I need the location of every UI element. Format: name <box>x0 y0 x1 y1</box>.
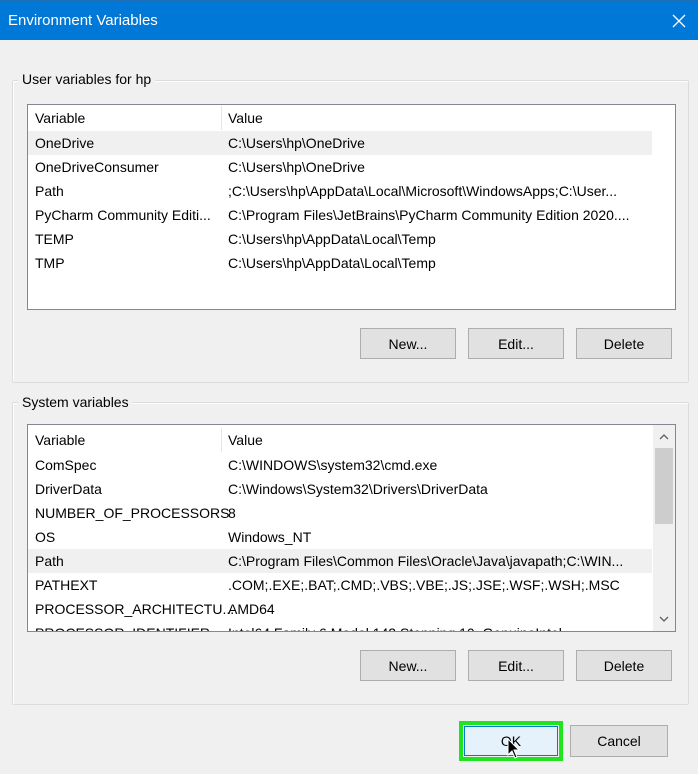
table-row[interactable]: PyCharm Community Editi... C:\Program Fil… <box>28 203 652 227</box>
variable-value: Intel64 Family 6 Model 142 Stepping 10, … <box>228 625 562 631</box>
table-row[interactable]: OneDrive C:\Users\hp\OneDrive <box>28 131 652 155</box>
variable-name: PROCESSOR_ARCHITECTU... <box>35 601 235 617</box>
variable-value: ;C:\Users\hp\AppData\Local\Microsoft\Win… <box>228 183 618 199</box>
system-edit-button[interactable]: Edit... <box>468 650 564 681</box>
variable-name: Path <box>35 183 64 199</box>
close-icon <box>672 14 686 27</box>
user-variables-label: User variables for hp <box>18 71 156 87</box>
variable-name: Path <box>35 553 64 569</box>
table-row[interactable]: PATHEXT .COM;.EXE;.BAT;.CMD;.VBS;.VBE;.JS… <box>28 573 652 597</box>
title-bar: Environment Variables <box>0 0 698 40</box>
variable-name: TEMP <box>35 231 74 247</box>
table-row[interactable]: DriverData C:\Windows\System32\Drivers\Dr… <box>28 477 652 501</box>
variable-name: ComSpec <box>35 457 97 473</box>
mouse-cursor-icon <box>507 738 521 759</box>
variable-name: OneDriveConsumer <box>35 159 159 175</box>
table-row[interactable]: Path ;C:\Users\hp\AppData\Local\Microsoft… <box>28 179 652 203</box>
table-row[interactable]: TMP C:\Users\hp\AppData\Local\Temp <box>28 251 652 275</box>
list-header: Variable Value <box>28 106 652 130</box>
variable-name: PyCharm Community Editi... <box>35 207 211 223</box>
user-delete-button[interactable]: Delete <box>576 328 672 359</box>
variable-name: OS <box>35 529 56 545</box>
user-variables-list[interactable]: Variable Value OneDrive C:\Users\hp\OneDr… <box>27 104 676 310</box>
chevron-up-icon <box>659 434 669 440</box>
scroll-up-button[interactable] <box>653 427 675 447</box>
table-row[interactable]: NUMBER_OF_PROCESSORS 8 <box>28 501 652 525</box>
user-new-button[interactable]: New... <box>360 328 456 359</box>
table-row[interactable]: PROCESSOR_IDENTIFIER Intel64 Family 6 Mod… <box>28 621 652 631</box>
system-delete-button[interactable]: Delete <box>576 650 672 681</box>
variable-name: NUMBER_OF_PROCESSORS <box>35 505 230 521</box>
list-header: Variable Value <box>28 428 652 452</box>
table-row[interactable]: PROCESSOR_ARCHITECTU... AMD64 <box>28 597 652 621</box>
variable-name: PATHEXT <box>35 577 98 593</box>
variable-name: DriverData <box>35 481 102 497</box>
variable-name: OneDrive <box>35 135 95 151</box>
scrollbar-thumb[interactable] <box>655 448 673 524</box>
table-row[interactable]: TEMP C:\Users\hp\AppData\Local\Temp <box>28 227 652 251</box>
variable-value: C:\Users\hp\OneDrive <box>228 159 365 175</box>
variable-value: C:\Users\hp\AppData\Local\Temp <box>228 231 436 247</box>
variable-value: Windows_NT <box>228 529 312 545</box>
column-separator[interactable] <box>221 428 222 452</box>
variable-value: 8 <box>228 505 236 521</box>
variable-value: C:\Program Files\JetBrains\PyCharm Commu… <box>228 207 630 223</box>
cancel-button[interactable]: Cancel <box>570 725 668 757</box>
window-title: Environment Variables <box>8 12 158 29</box>
user-edit-button[interactable]: Edit... <box>468 328 564 359</box>
variable-value: C:\Windows\System32\Drivers\DriverData <box>228 481 488 497</box>
variable-name: TMP <box>35 255 65 271</box>
variable-value: AMD64 <box>228 601 275 617</box>
vertical-scrollbar[interactable] <box>653 425 675 631</box>
system-variables-label: System variables <box>18 394 133 410</box>
table-row[interactable]: ComSpec C:\WINDOWS\system32\cmd.exe <box>28 453 652 477</box>
variable-value: .COM;.EXE;.BAT;.CMD;.VBS;.VBE;.JS;.JSE;.… <box>228 577 620 593</box>
variable-value: C:\Users\hp\OneDrive <box>228 135 365 151</box>
variable-value: C:\Program Files\Common Files\Oracle\Jav… <box>228 553 624 569</box>
chevron-down-icon <box>659 616 669 622</box>
system-new-button[interactable]: New... <box>360 650 456 681</box>
system-variables-list[interactable]: Variable Value ComSpec C:\WINDOWS\system3… <box>27 424 676 632</box>
column-header-value[interactable]: Value <box>228 110 263 126</box>
column-header-value[interactable]: Value <box>228 432 263 448</box>
column-separator[interactable] <box>221 106 222 130</box>
variable-value: C:\Users\hp\AppData\Local\Temp <box>228 255 436 271</box>
column-header-variable[interactable]: Variable <box>35 110 85 126</box>
scroll-down-button[interactable] <box>653 609 675 629</box>
variable-name: PROCESSOR_IDENTIFIER <box>35 625 210 631</box>
table-row[interactable]: OneDriveConsumer C:\Users\hp\OneDrive <box>28 155 652 179</box>
variable-value: C:\WINDOWS\system32\cmd.exe <box>228 457 438 473</box>
column-header-variable[interactable]: Variable <box>35 432 85 448</box>
table-row[interactable]: OS Windows_NT <box>28 525 652 549</box>
close-button[interactable] <box>660 1 698 40</box>
table-row[interactable]: Path C:\Program Files\Common Files\Oracle… <box>28 549 652 573</box>
